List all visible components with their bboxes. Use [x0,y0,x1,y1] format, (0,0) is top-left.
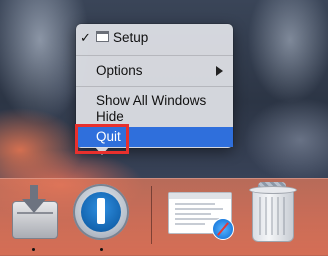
trash-can [252,190,294,242]
download-arrow-icon [22,185,46,213]
window-icon [96,31,109,42]
menu-item-setup[interactable]: ✓ Setup [76,28,233,47]
menu-separator [76,86,233,87]
content-line [175,208,223,210]
content-line [175,218,219,220]
installer-icon[interactable] [10,183,58,239]
trash-full-icon[interactable] [246,182,298,242]
menu-item-options[interactable]: Options [76,61,233,80]
installer-running-indicator [32,248,35,251]
1password-running-indicator [100,248,103,251]
1password-key-icon [97,198,105,224]
submenu-arrow-icon [216,66,223,76]
menu-item-label: Options [96,63,143,78]
trash-lid [249,186,297,194]
checkmark-icon: ✓ [80,30,91,45]
window-toolbar [169,193,231,199]
quit-callout-box [75,124,129,154]
content-line [175,213,211,215]
dock-divider [151,186,152,244]
content-line [175,223,205,225]
safari-window-thumbnail[interactable] [168,188,234,240]
menu-item-label: Setup [113,30,149,45]
content-line [175,203,215,205]
1password-icon[interactable] [73,184,129,240]
menu-separator [76,55,233,56]
safari-icon [212,218,234,240]
